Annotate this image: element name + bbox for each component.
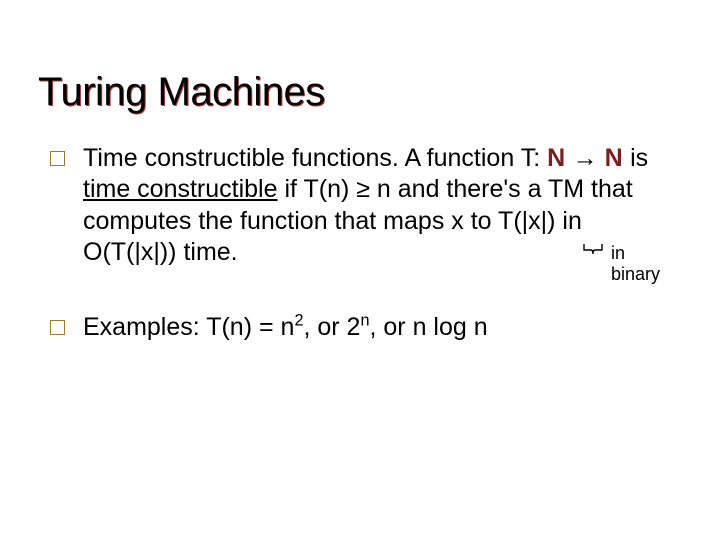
arrow-icon: → — [573, 144, 598, 172]
note-line-1: in — [611, 243, 625, 263]
text-fragment: A function T: — [399, 144, 547, 172]
natural-numbers-symbol: N — [605, 144, 624, 172]
text-fragment: Examples: T(n) = n — [83, 313, 294, 341]
text-fragment: , or n log n — [370, 313, 488, 341]
annotation-note: in binary — [611, 243, 660, 284]
text-fragment: , or 2 — [303, 313, 360, 341]
underlined-term: time constructible — [83, 175, 278, 203]
text-fragment: is — [623, 144, 648, 172]
slide-body: Time constructible functions. A function… — [38, 143, 682, 343]
lead-phrase: Time constructible functions. — [83, 144, 399, 172]
square-bullet-icon — [50, 320, 65, 335]
bullet-text-2: Examples: T(n) = n2, or 2n, or n log n — [83, 312, 488, 343]
note-line-2: binary — [611, 264, 660, 284]
bullet-item-2: Examples: T(n) = n2, or 2n, or n log n — [50, 312, 682, 343]
bullet-item-1: Time constructible functions. A function… — [50, 143, 682, 268]
superscript: n — [360, 312, 369, 330]
slide-title: Turing Machines — [38, 70, 682, 115]
natural-numbers-symbol: N — [547, 144, 566, 172]
brace-icon — [583, 243, 603, 257]
bullet-text-1: Time constructible functions. A function… — [83, 143, 682, 268]
square-bullet-icon — [50, 151, 65, 166]
